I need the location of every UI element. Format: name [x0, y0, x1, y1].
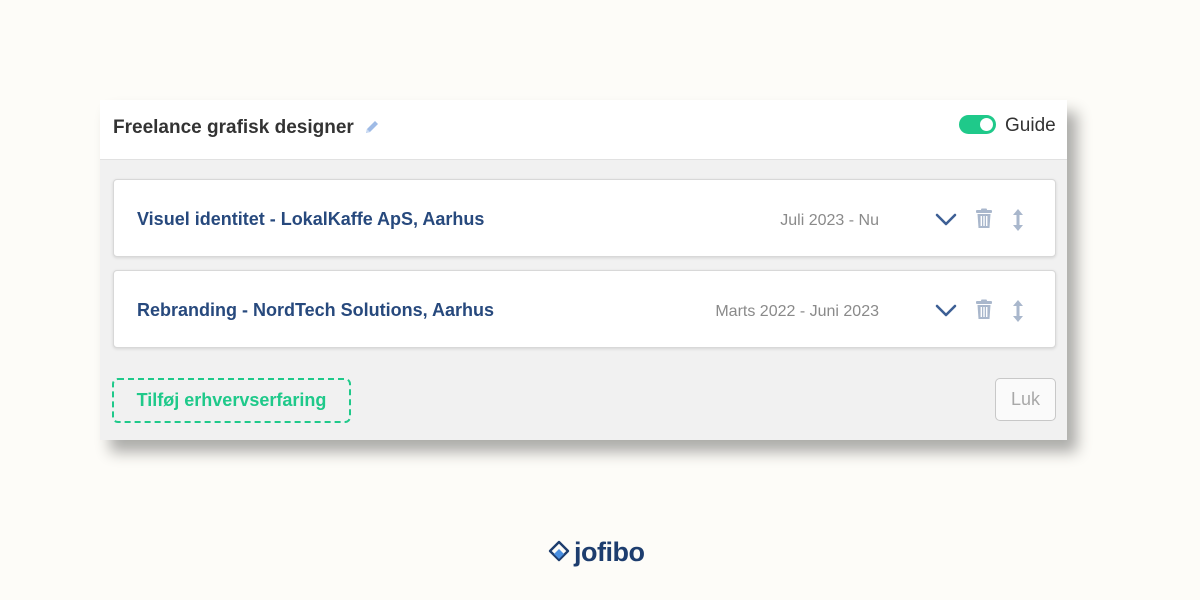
panel-header: Freelance grafisk designer Guide	[100, 100, 1067, 160]
pencil-icon[interactable]	[362, 117, 382, 137]
experience-entry[interactable]: Rebranding - NordTech Solutions, Aarhus …	[113, 270, 1056, 348]
chevron-down-icon[interactable]	[934, 207, 958, 231]
add-experience-button[interactable]: Tilføj erhvervserfaring	[112, 378, 351, 423]
entry-title[interactable]: Visuel identitet - LokalKaffe ApS, Aarhu…	[137, 209, 484, 230]
guide-label: Guide	[1005, 115, 1056, 136]
trash-icon[interactable]	[972, 207, 996, 231]
entry-date: Marts 2022 - Juni 2023	[715, 303, 879, 320]
guide-toggle-knob	[980, 118, 993, 131]
brand-logo: jofibo	[548, 535, 645, 569]
entry-title[interactable]: Rebranding - NordTech Solutions, Aarhus	[137, 300, 494, 321]
experience-panel: Freelance grafisk designer Guide Visuel …	[100, 100, 1067, 440]
brand-name: jofibo	[574, 536, 645, 567]
experience-entry[interactable]: Visuel identitet - LokalKaffe ApS, Aarhu…	[113, 179, 1056, 257]
trash-icon[interactable]	[972, 298, 996, 322]
move-vertical-icon[interactable]	[1006, 298, 1030, 322]
brand-logo-icon	[548, 540, 570, 564]
close-button[interactable]: Luk	[995, 378, 1056, 421]
move-vertical-icon[interactable]	[1006, 207, 1030, 231]
entry-date: Juli 2023 - Nu	[780, 212, 879, 229]
section-title: Freelance grafisk designer	[113, 117, 354, 138]
guide-toggle[interactable]	[959, 115, 996, 134]
chevron-down-icon[interactable]	[934, 298, 958, 322]
